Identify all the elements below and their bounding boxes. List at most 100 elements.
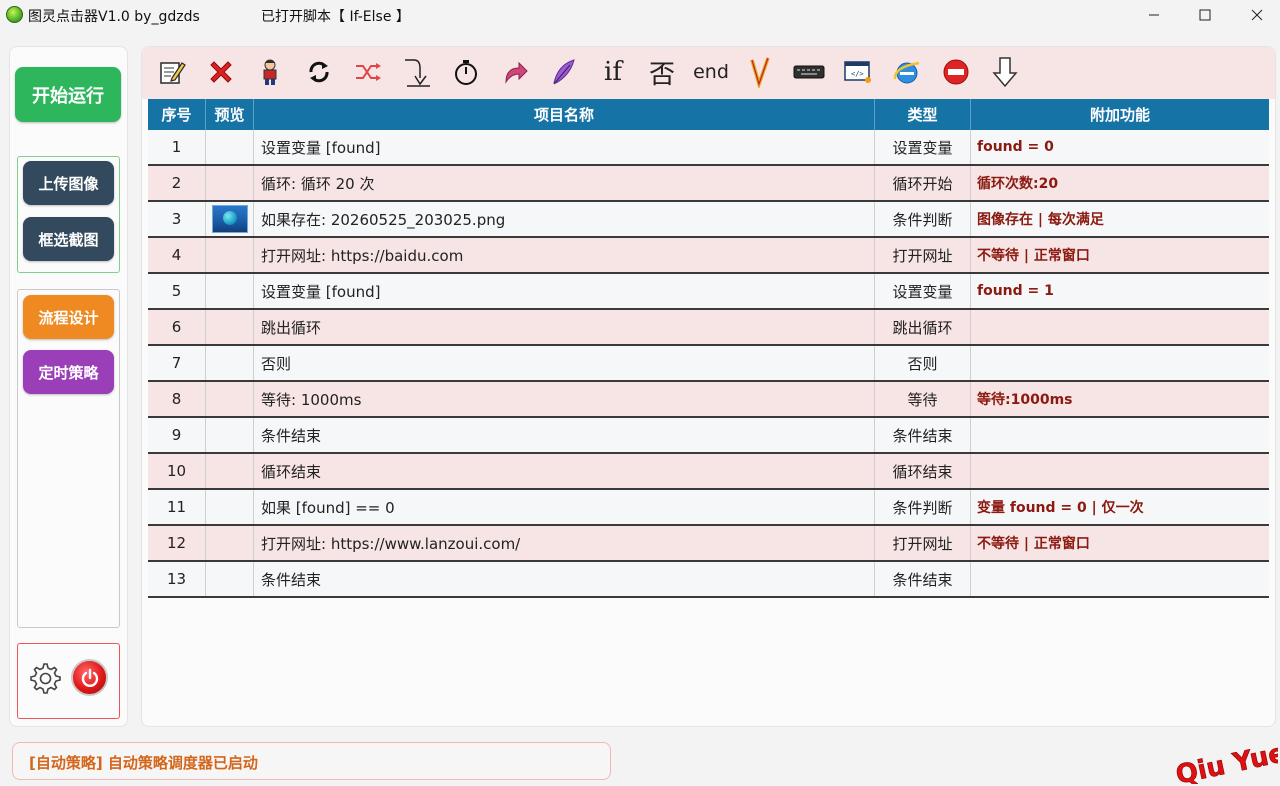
- row-extra: 不等待 | 正常窗口: [977, 248, 1090, 264]
- shuffle-tool-button[interactable]: [352, 55, 384, 89]
- minimize-button[interactable]: [1131, 0, 1177, 30]
- row-preview: [206, 166, 254, 200]
- close-icon: [1251, 9, 1263, 21]
- table-row[interactable]: 11 如果 [found] == 0 条件判断 变量 found = 0 | 仅一次: [148, 490, 1269, 526]
- table-row[interactable]: 1 设置变量 [found] 设置变量 found = 0: [148, 130, 1269, 166]
- table-row[interactable]: 4 打开网址: https://baidu.com 打开网址 不等待 | 正常窗口: [148, 238, 1269, 274]
- row-extra: [971, 310, 1269, 344]
- row-extra: [971, 418, 1269, 452]
- title-bar: 图灵点击器V1.0 by_gdzds 已打开脚本【 If-Else 】: [0, 0, 1280, 30]
- header-no[interactable]: 序号: [148, 99, 206, 130]
- row-extra: [971, 562, 1269, 596]
- browser-tool-button[interactable]: [891, 55, 923, 89]
- stop-icon: [943, 59, 969, 85]
- start-run-button[interactable]: 开始运行: [15, 67, 121, 122]
- stopwatch-icon: [455, 60, 477, 85]
- character-tool-button[interactable]: [254, 55, 286, 89]
- row-name: 如果 [found] == 0: [254, 490, 875, 524]
- redirect-tool-button[interactable]: [499, 55, 531, 89]
- edit-tool-button[interactable]: [156, 55, 188, 89]
- power-icon: [81, 668, 98, 687]
- stop-tool-button[interactable]: [940, 55, 972, 89]
- end-tool-button[interactable]: end: [693, 55, 729, 89]
- header-type[interactable]: 类型: [875, 99, 971, 130]
- crop-screenshot-button[interactable]: 框选截图: [23, 217, 114, 261]
- row-type: 条件判断: [875, 202, 971, 236]
- code-window-tool-button[interactable]: </>: [842, 55, 874, 89]
- row-type: 设置变量: [875, 130, 971, 164]
- keyboard-icon: [793, 65, 825, 79]
- row-extra: 图像存在 | 每次满足: [977, 212, 1104, 228]
- svg-text:</>: </>: [851, 70, 864, 78]
- table-row[interactable]: 8 等待: 1000ms 等待 等待:1000ms: [148, 382, 1269, 418]
- header-preview[interactable]: 预览: [206, 99, 254, 130]
- row-preview: [206, 238, 254, 272]
- row-number: 11: [148, 490, 206, 524]
- row-extra: 循环次数:20: [977, 176, 1059, 192]
- row-extra: 等待:1000ms: [977, 392, 1073, 408]
- header-name[interactable]: 项目名称: [254, 99, 875, 130]
- timed-strategy-button[interactable]: 定时策略: [23, 350, 114, 394]
- open-script-title: 已打开脚本【 If-Else 】: [261, 9, 410, 25]
- if-tool-button[interactable]: if: [597, 55, 629, 89]
- row-name: 跳出循环: [254, 310, 875, 344]
- row-number: 1: [148, 130, 206, 164]
- maximize-button[interactable]: [1182, 0, 1228, 30]
- table-row[interactable]: 12 打开网址: https://www.lanzoui.com/打开网址 不等待 …: [148, 526, 1269, 562]
- delete-tool-button[interactable]: [205, 55, 237, 89]
- feather-tool-button[interactable]: [548, 55, 580, 89]
- row-preview: [206, 202, 254, 236]
- table-row[interactable]: 10 循环结束 循环结束: [148, 454, 1269, 490]
- row-name: 循环结束: [254, 454, 875, 488]
- refresh-tool-button[interactable]: [303, 55, 335, 89]
- row-name: 打开网址: https://baidu.com: [254, 238, 875, 272]
- watermark-logo: Qiu Yue: [1173, 738, 1278, 784]
- design-tools-group: [17, 289, 120, 628]
- row-type: 设置变量: [875, 274, 971, 308]
- close-button[interactable]: [1234, 0, 1280, 30]
- else-tool-button[interactable]: 否: [646, 55, 678, 90]
- check-tool-button[interactable]: [744, 55, 776, 89]
- row-preview: [206, 454, 254, 488]
- table-row[interactable]: 9 条件结束 条件结束: [148, 418, 1269, 454]
- row-name: 循环: 循环 20 次: [254, 166, 875, 200]
- delete-icon: [210, 61, 232, 83]
- redirect-icon: [505, 61, 528, 84]
- row-preview: [206, 130, 254, 164]
- shuffle-icon: [356, 63, 381, 81]
- row-name: 条件结束: [254, 418, 875, 452]
- table-header: 序号 预览 项目名称 类型 附加功能: [148, 99, 1269, 130]
- table-row[interactable]: 2 循环: 循环 20 次循环开始 循环次数:20: [148, 166, 1269, 202]
- table-row[interactable]: 6 跳出循环 跳出循环: [148, 310, 1269, 346]
- row-preview: [206, 310, 254, 344]
- stopwatch-tool-button[interactable]: [450, 55, 482, 89]
- power-button[interactable]: [71, 659, 108, 696]
- row-number: 2: [148, 166, 206, 200]
- row-preview: [206, 274, 254, 308]
- upload-image-button[interactable]: 上传图像: [23, 161, 114, 205]
- arrow-down-icon: [992, 57, 1018, 88]
- table-row[interactable]: 3 如果存在: 20260525_203025.png 条件判断 图像存在 | 每次满…: [148, 202, 1269, 238]
- flow-design-button[interactable]: 流程设计: [23, 295, 114, 339]
- header-extra[interactable]: 附加功能: [971, 99, 1269, 130]
- jump-tool-button[interactable]: [401, 55, 433, 89]
- table-row[interactable]: 13 条件结束 条件结束: [148, 562, 1269, 598]
- app-title: 图灵点击器V1.0 by_gdzds: [28, 9, 200, 25]
- row-type: 打开网址: [875, 526, 971, 560]
- table-row[interactable]: 5 设置变量 [found] 设置变量 found = 1: [148, 274, 1269, 310]
- keyboard-tool-button[interactable]: [793, 55, 825, 89]
- preview-thumbnail[interactable]: [211, 205, 248, 233]
- row-number: 10: [148, 454, 206, 488]
- internet-explorer-icon: [893, 61, 920, 84]
- row-name: 如果存在: 20260525_203025.png: [254, 202, 875, 236]
- character-icon: [263, 59, 277, 85]
- table-row[interactable]: 7 否则 否则: [148, 346, 1269, 382]
- app-logo-icon: [6, 6, 23, 23]
- row-name: 设置变量 [found]: [254, 130, 875, 164]
- move-down-tool-button[interactable]: [989, 55, 1021, 89]
- row-type: 条件结束: [875, 418, 971, 452]
- row-number: 12: [148, 526, 206, 560]
- row-name: 否则: [254, 346, 875, 380]
- settings-button[interactable]: [26, 660, 62, 696]
- row-preview: [206, 562, 254, 596]
